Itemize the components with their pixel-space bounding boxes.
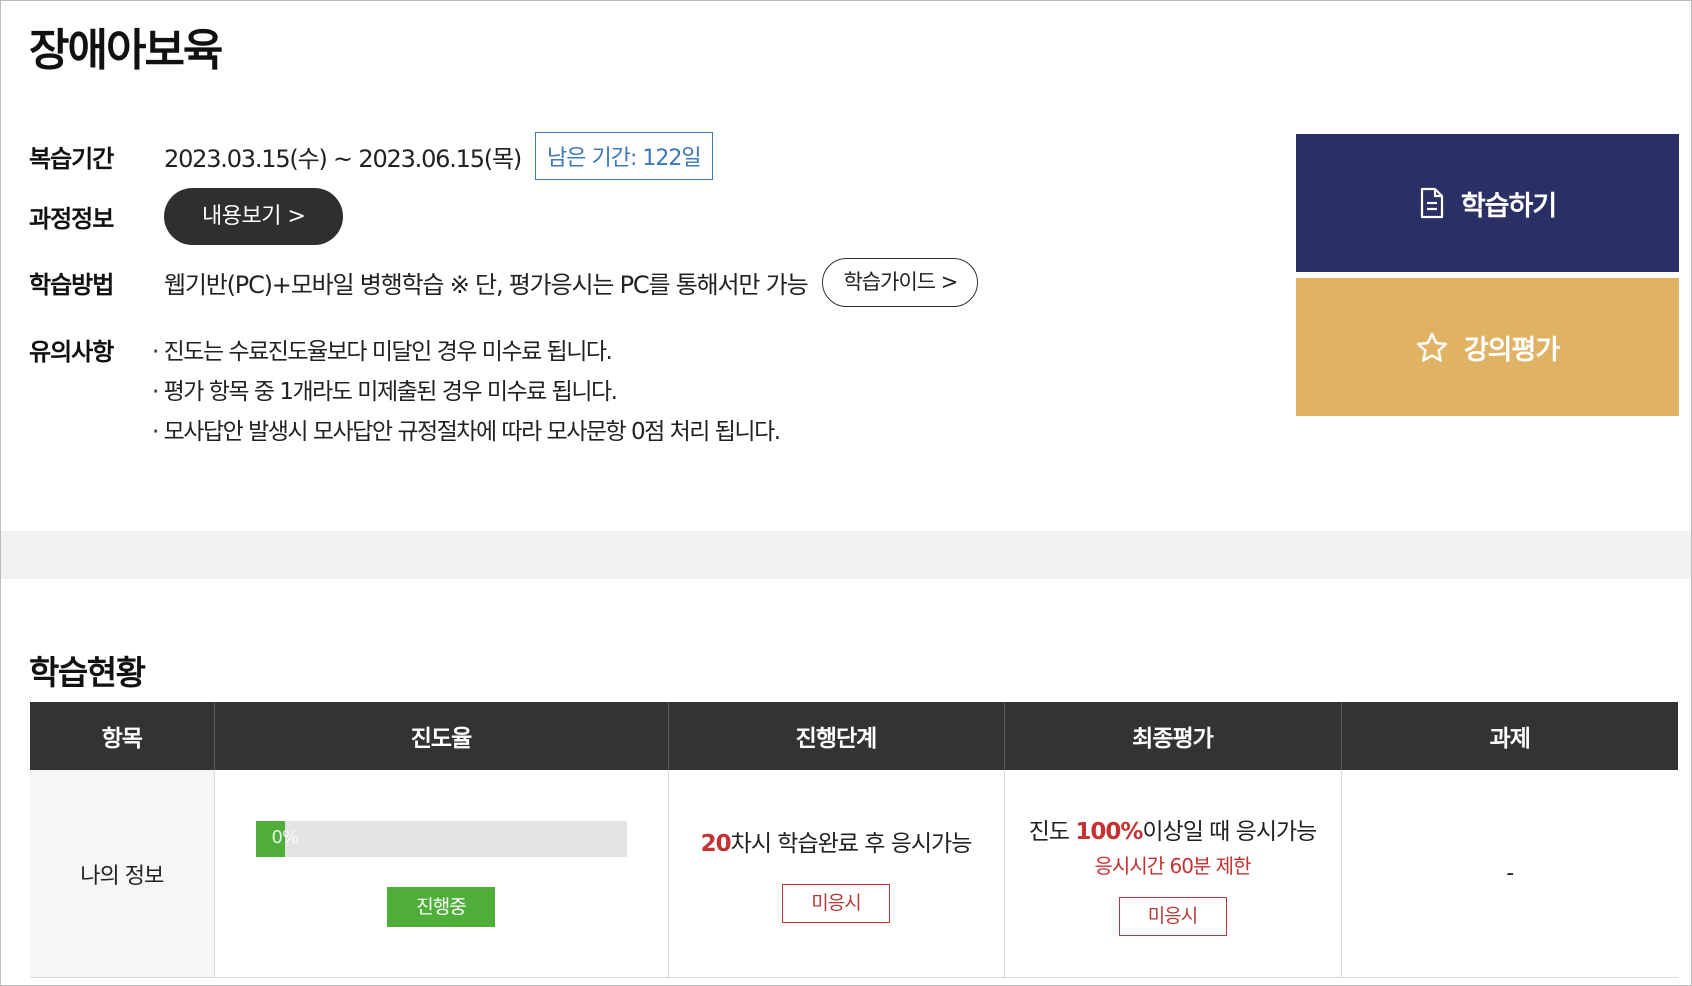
table-row: 나의 정보 0% 진행중 20차시 학습완료 후 응시가능 미응시 진도 100… bbox=[30, 770, 1678, 978]
column-header-stage: 진행단계 bbox=[667, 702, 1004, 770]
stage-requirement-text: 차시 학습완료 후 응시가능 bbox=[730, 831, 973, 857]
assignment-cell: - bbox=[1340, 770, 1678, 978]
final-exam-cell: 진도 100%이상일 때 응시가능 응시시간 60분 제한 미응시 bbox=[1003, 770, 1341, 978]
page-title: 장애아보육 bbox=[29, 25, 223, 76]
stage-session-count: 20 bbox=[700, 831, 732, 857]
study-status-title: 학습현황 bbox=[29, 653, 146, 692]
progress-bar: 0% bbox=[255, 820, 627, 857]
final-exam-time-limit: 응시시간 60분 제한 bbox=[1094, 853, 1252, 878]
study-guide-button[interactable]: 학습가이드 > bbox=[822, 258, 979, 307]
final-exam-not-taken-button[interactable]: 미응시 bbox=[1118, 896, 1227, 936]
column-header-item: 항목 bbox=[30, 702, 214, 770]
notes-list: 진도는 수료진도율보다 미달인 경우 미수료 됩니다. 평가 항목 중 1개라도… bbox=[152, 332, 781, 452]
table-header-row: 항목 진도율 진행단계 최종평가 과제 bbox=[30, 702, 1678, 770]
stage-requirement: 20차시 학습완료 후 응시가능 bbox=[670, 824, 1003, 858]
course-info-label: 과정정보 bbox=[29, 205, 114, 233]
column-header-assignment: 과제 bbox=[1340, 702, 1678, 770]
notes-label: 유의사항 bbox=[29, 338, 114, 366]
star-icon bbox=[1416, 332, 1448, 362]
column-header-final-exam: 최종평가 bbox=[1003, 702, 1341, 770]
note-item: 진도는 수료진도율보다 미달인 경우 미수료 됩니다. bbox=[152, 332, 780, 372]
note-item: 모사답안 발생시 모사답안 규정절차에 따라 모사문항 0점 처리 됩니다. bbox=[152, 412, 781, 452]
course-info-row: 과정정보 내용보기 > bbox=[29, 188, 344, 245]
review-period-row: 복습기간 2023.03.15(수) ~ 2023.06.15(목) 남은 기간… bbox=[29, 132, 713, 180]
study-button[interactable]: 학습하기 bbox=[1296, 134, 1679, 272]
study-method-value: 웹기반(PC)+모바일 병행학습 ※ 단, 평가응시는 PC를 통해서만 가능 bbox=[164, 271, 809, 299]
row-item-label: 나의 정보 bbox=[30, 770, 214, 978]
note-item: 평가 항목 중 1개라도 미제출된 경우 미수료 됩니다. bbox=[152, 372, 780, 412]
final-exam-prefix: 진도 bbox=[1028, 818, 1076, 845]
column-header-progress: 진도율 bbox=[213, 702, 668, 770]
stage-not-taken-button[interactable]: 미응시 bbox=[782, 884, 890, 923]
progress-cell: 0% 진행중 bbox=[213, 770, 668, 978]
document-icon bbox=[1420, 187, 1443, 219]
study-button-label: 학습하기 bbox=[1460, 190, 1557, 222]
review-period-label: 복습기간 bbox=[29, 144, 114, 173]
final-exam-percent: 100% bbox=[1075, 818, 1143, 845]
study-status-table: 항목 진도율 진행단계 최종평가 과제 나의 정보 0% 진행중 20차시 학습… bbox=[30, 702, 1678, 978]
lecture-review-button-label: 강의평가 bbox=[1463, 334, 1560, 366]
final-exam-requirement: 진도 100%이상일 때 응시가능 bbox=[1006, 812, 1340, 846]
view-content-button[interactable]: 내용보기 > bbox=[164, 188, 344, 245]
section-divider bbox=[1, 531, 1691, 579]
study-method-row: 학습방법 웹기반(PC)+모바일 병행학습 ※ 단, 평가응시는 PC를 통해서… bbox=[29, 258, 979, 307]
stage-cell: 20차시 학습완료 후 응시가능 미응시 bbox=[667, 770, 1004, 978]
final-exam-suffix: 이상일 때 응시가능 bbox=[1142, 818, 1317, 845]
study-method-label: 학습방법 bbox=[29, 271, 114, 299]
remaining-days-badge: 남은 기간: 122일 bbox=[535, 132, 713, 180]
notes-row: 유의사항 진도는 수료진도율보다 미달인 경우 미수료 됩니다. 평가 항목 중… bbox=[29, 332, 781, 452]
in-progress-badge: 진행중 bbox=[387, 886, 495, 927]
lecture-review-button[interactable]: 강의평가 bbox=[1296, 278, 1679, 416]
review-period-value: 2023.03.15(수) ~ 2023.06.15(목) bbox=[164, 144, 522, 173]
progress-percent: 0% bbox=[271, 826, 300, 848]
